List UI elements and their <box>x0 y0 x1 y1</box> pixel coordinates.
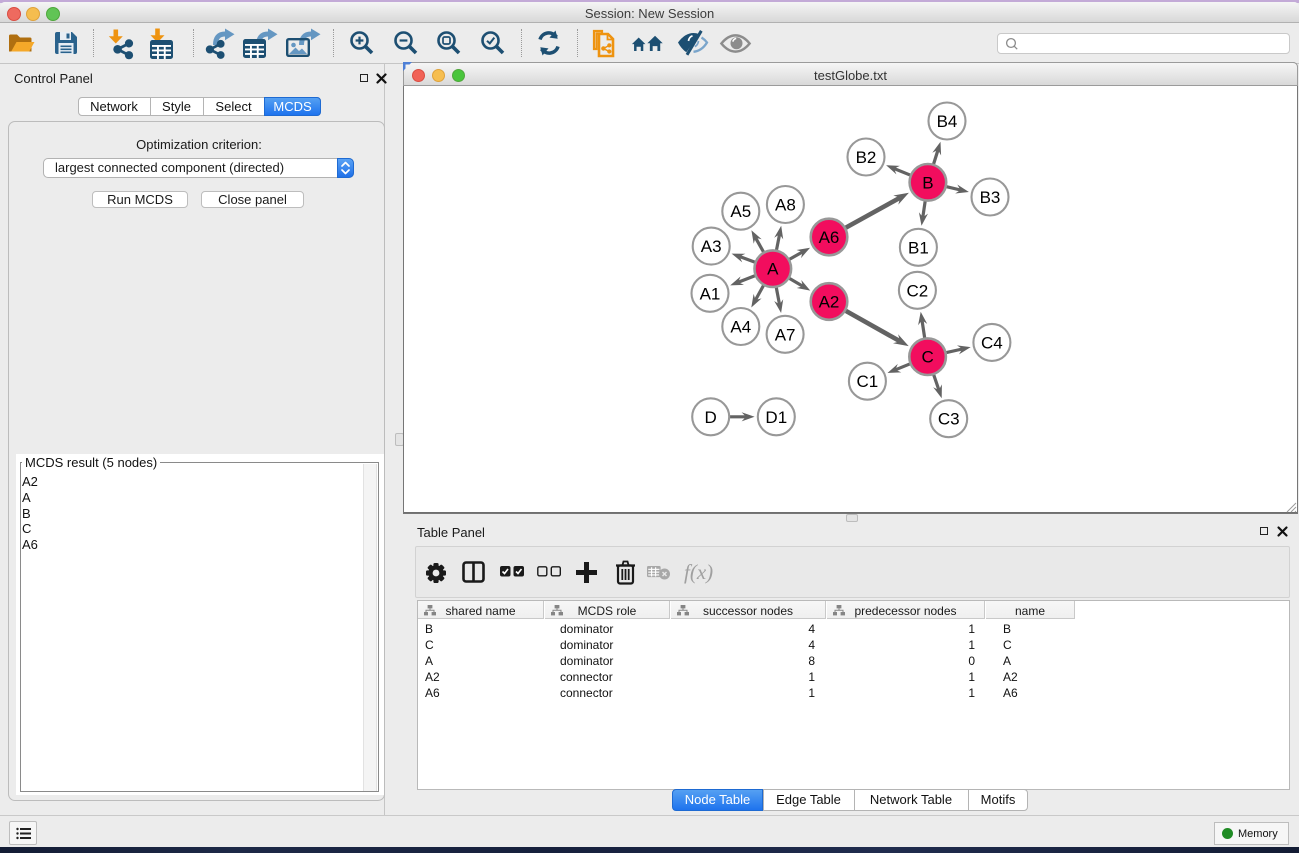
svg-text:B: B <box>922 173 933 192</box>
svg-text:A4: A4 <box>730 318 751 337</box>
svg-text:A3: A3 <box>701 237 722 256</box>
svg-text:B3: B3 <box>980 188 1001 207</box>
svg-text:B4: B4 <box>937 112 958 131</box>
svg-text:A2: A2 <box>819 293 840 312</box>
svg-text:A5: A5 <box>730 202 751 221</box>
svg-text:B2: B2 <box>856 148 877 167</box>
svg-text:D1: D1 <box>765 408 787 427</box>
svg-text:C4: C4 <box>981 333 1003 352</box>
svg-text:B1: B1 <box>908 238 929 257</box>
svg-text:C3: C3 <box>938 410 960 429</box>
svg-text:A8: A8 <box>775 196 796 215</box>
svg-text:A: A <box>767 260 779 279</box>
svg-text:D: D <box>705 408 717 427</box>
svg-text:A1: A1 <box>700 284 721 303</box>
svg-text:C: C <box>921 348 933 367</box>
svg-text:C1: C1 <box>857 372 879 391</box>
svg-text:A6: A6 <box>819 228 840 247</box>
svg-text:C2: C2 <box>907 281 929 300</box>
svg-text:A7: A7 <box>775 325 796 344</box>
